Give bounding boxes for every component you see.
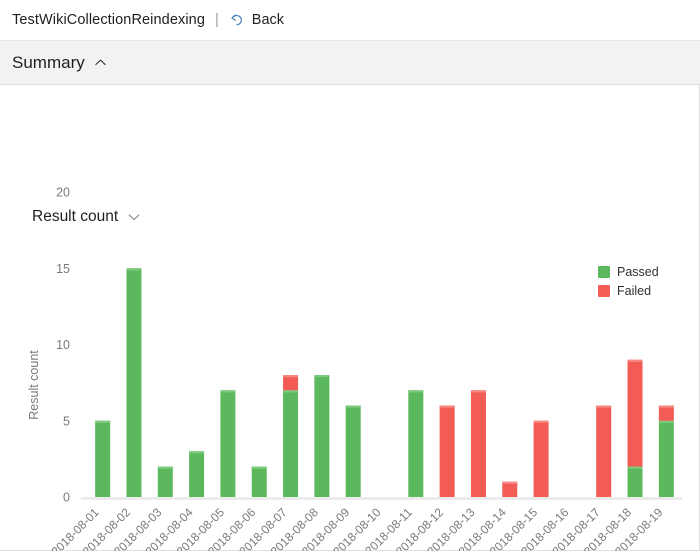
bar-segment-passed-highlight	[189, 451, 205, 454]
bar-segment-failed-highlight	[283, 375, 299, 378]
bar-segment-failed-highlight	[470, 390, 486, 393]
y-axis-tick-label: 10	[56, 338, 70, 352]
bar-segment-failed[interactable]	[502, 481, 518, 497]
bar-segment-failed[interactable]	[533, 420, 549, 497]
bar-segment-passed-highlight	[314, 375, 330, 378]
bar-segment-passed-highlight	[157, 466, 173, 469]
bar-segment-passed[interactable]	[189, 451, 205, 497]
bar-segment-passed-highlight	[627, 466, 643, 469]
bar-segment-passed-highlight	[408, 390, 424, 393]
bar-segment-passed-highlight	[345, 405, 361, 408]
summary-title: Summary	[12, 52, 85, 72]
breadcrumb-separator: |	[215, 12, 219, 28]
bar-segment-failed[interactable]	[283, 375, 299, 391]
bar-chart: 0 5 10 15 20 Result count 2018-08-01 2018-08-02…	[0, 85, 699, 551]
bar-segment-failed[interactable]	[596, 405, 612, 498]
back-label: Back	[251, 12, 285, 28]
bar-segment-passed[interactable]	[95, 420, 111, 497]
bar-segment-passed[interactable]	[251, 466, 267, 498]
breadcrumb-bar: TestWikiCollectionReindexing | Back	[0, 0, 700, 40]
bar-segment-passed[interactable]	[345, 405, 361, 498]
bar-segment-failed[interactable]	[439, 405, 455, 498]
y-axis-tick-label: 5	[63, 414, 70, 428]
y-axis-tick-label: 0	[63, 491, 70, 505]
back-button[interactable]: Back	[228, 12, 284, 29]
bar-segment-failed[interactable]	[470, 390, 486, 497]
bar-segment-passed-highlight	[95, 420, 111, 423]
summary-chart-card: Result count Passed Failed 0 5 10 15 20 Resul…	[0, 85, 700, 551]
bar-segment-passed[interactable]	[220, 390, 236, 497]
bar-segment-failed[interactable]	[658, 405, 674, 421]
bar-segment-failed-highlight	[502, 481, 518, 484]
bar-segment-failed-highlight	[627, 359, 643, 362]
y-axis-tick-label: 20	[56, 186, 70, 200]
summary-section-header[interactable]: Summary	[0, 40, 700, 85]
bar-segment-passed[interactable]	[126, 268, 142, 497]
bar-segment-failed-highlight	[658, 405, 674, 408]
bar-segment-failed[interactable]	[627, 359, 643, 467]
bar-segment-passed-highlight	[126, 268, 142, 271]
bar-segment-passed[interactable]	[658, 420, 674, 497]
bar-segment-passed[interactable]	[283, 390, 299, 497]
bar-segment-passed[interactable]	[314, 375, 330, 497]
bar-segment-passed-highlight	[220, 390, 236, 393]
bar-segment-failed-highlight	[439, 405, 455, 408]
bar-segment-failed-highlight	[533, 420, 549, 423]
bar-segment-passed[interactable]	[157, 466, 173, 498]
bar-segment-passed-highlight	[251, 466, 267, 469]
y-axis-tick-label: 15	[56, 262, 70, 276]
chart-canvas: 05101520Result count2018-08-012018-08-02…	[27, 186, 682, 551]
bar-segment-failed-highlight	[596, 405, 612, 408]
page-title: TestWikiCollectionReindexing	[12, 12, 205, 28]
bar-segment-passed-highlight	[283, 390, 299, 393]
undo-arrow-icon	[231, 13, 242, 25]
bar-segment-passed-highlight	[658, 420, 674, 423]
bar-segment-passed[interactable]	[408, 390, 424, 497]
y-axis-title: Result count	[27, 350, 41, 420]
chevron-up-icon[interactable]	[94, 56, 107, 69]
bar-segment-passed[interactable]	[627, 466, 643, 498]
